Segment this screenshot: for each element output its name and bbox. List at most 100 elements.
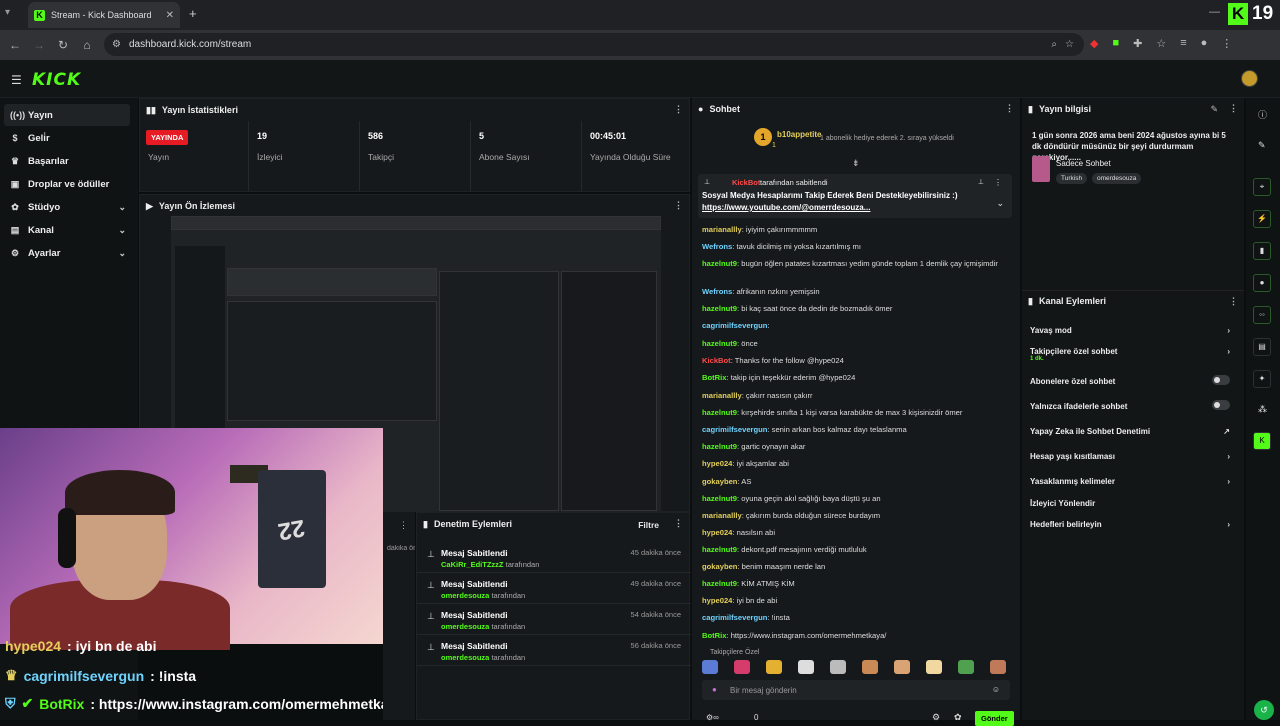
sidebar-item-yayin[interactable]: ((•)) Yayın xyxy=(4,104,130,126)
sidebar-item-studyo[interactable]: ✿ Stüdyo ⌄ xyxy=(4,196,130,218)
emote-icon[interactable] xyxy=(830,660,846,674)
chat-scroll-icon[interactable]: ⇟ xyxy=(852,158,860,169)
tag[interactable]: Turkish xyxy=(1056,173,1088,184)
pinned-link[interactable]: https://www.youtube.com/@omerrdesouza... xyxy=(702,203,870,212)
chat-username[interactable]: hazelnut9 xyxy=(702,408,737,417)
moderation-user[interactable]: CaKiRr_EdiTZzzZ xyxy=(441,560,504,569)
extension-kick-icon[interactable]: ■ xyxy=(1112,37,1119,50)
user-avatar[interactable] xyxy=(1241,70,1258,87)
moderation-user[interactable]: omerdesouza xyxy=(441,653,489,662)
action-slow-mode[interactable]: Yavaş mod › xyxy=(1030,326,1236,335)
reading-list-icon[interactable]: ≡ xyxy=(1180,37,1186,50)
bookmark-star-icon[interactable]: ☆ xyxy=(1065,39,1074,50)
chat-more-icon[interactable]: ⋮ xyxy=(1005,103,1014,114)
gifter-name[interactable]: b10appetite xyxy=(777,130,821,139)
chat-username[interactable]: hazelnut9 xyxy=(702,339,737,348)
edit-pencil-icon[interactable]: ✎ xyxy=(1210,104,1218,115)
extensions-puzzle-icon[interactable]: ✚ xyxy=(1133,37,1142,50)
action-account-age[interactable]: Hesap yaşı kısıtlaması › xyxy=(1030,452,1236,461)
moderation-filter[interactable]: Filtre xyxy=(638,520,659,530)
chat-username[interactable]: hazelnut9 xyxy=(702,545,737,554)
chat-username[interactable]: cagrimilfsevergun xyxy=(702,425,767,434)
emote-icon[interactable] xyxy=(798,660,814,674)
emote-icon[interactable] xyxy=(702,660,718,674)
chat-username[interactable]: hazelnut9 xyxy=(702,494,737,503)
chat-username[interactable]: BotRix xyxy=(702,373,726,382)
extension-red-icon[interactable]: ◆ xyxy=(1090,37,1098,50)
chat-username[interactable]: hazelnut9 xyxy=(702,442,737,451)
home-icon[interactable]: ⌂ xyxy=(75,38,99,52)
reload-icon[interactable]: ↻ xyxy=(51,38,75,52)
action-raid[interactable]: İzleyici Yönlendir xyxy=(1030,499,1236,508)
chat-username[interactable]: hype024 xyxy=(702,459,732,468)
rail-button-3[interactable]: ▮ xyxy=(1253,242,1271,260)
back-icon[interactable]: ← xyxy=(3,38,27,52)
chat-username[interactable]: hazelnut9 xyxy=(702,259,737,268)
action-followers-only[interactable]: Takipçilere özel sohbet › 1 dk. xyxy=(1030,347,1236,362)
send-button[interactable]: Gönder xyxy=(975,711,1014,726)
edit-icon[interactable]: ✎ xyxy=(1258,140,1266,151)
rail-button-6[interactable]: ▤ xyxy=(1253,338,1271,356)
tag[interactable]: omerdesouza xyxy=(1092,173,1142,184)
minimize-icon[interactable]: — xyxy=(1209,6,1220,18)
bookmarks-icon[interactable]: ☆ xyxy=(1156,37,1166,50)
browser-tab[interactable]: K Stream - Kick Dashboard ✕ xyxy=(28,2,180,28)
new-tab-icon[interactable]: + xyxy=(189,6,197,21)
channel-actions-more-icon[interactable]: ⋮ xyxy=(1229,296,1238,307)
chat-username[interactable]: cagrimilfsevergun xyxy=(702,613,767,622)
chat-username[interactable]: BotRix xyxy=(702,631,726,640)
action-ai-moderation[interactable]: Yapay Zeka ile Sohbet Denetimi ↗ xyxy=(1030,427,1236,436)
chat-input[interactable]: ● Bir mesaj gönderin ☺ xyxy=(702,680,1010,700)
sidebar-item-gelir[interactable]: $ Geli̇r xyxy=(4,127,130,149)
pinned-message[interactable]: ⊥ KickBot tarafından sabitlendi Sosyal M… xyxy=(698,174,1012,218)
chat-username[interactable]: hype024 xyxy=(702,528,732,537)
sidebar-item-kanal[interactable]: ▤ Kanal ⌄ xyxy=(4,219,130,241)
action-banned-words[interactable]: Yasaklanmış kelimeler › xyxy=(1030,477,1236,486)
stream-info-more-icon[interactable]: ⋮ xyxy=(1229,103,1238,114)
rail-button-2[interactable]: ⚡ xyxy=(1253,210,1271,228)
chat-username[interactable]: hype024 xyxy=(702,596,732,605)
action-emote-only[interactable]: Yalnızca ifadelerle sohbet xyxy=(1030,400,1236,411)
tab-close-icon[interactable]: ✕ xyxy=(166,10,174,21)
rail-dots-icon[interactable]: ⁂ xyxy=(1258,404,1267,415)
chat-username[interactable]: KickBot xyxy=(702,356,731,365)
zoom-icon[interactable]: ⌕ xyxy=(1051,39,1057,50)
chat-username[interactable]: Wefrons xyxy=(702,242,732,251)
chat-username[interactable]: hazelnut9 xyxy=(702,304,737,313)
chat-username[interactable]: marianallly xyxy=(702,391,742,400)
sidebar-item-basarilar[interactable]: ♛ Başarılar xyxy=(4,150,130,172)
moderation-more-icon[interactable]: ⋮ xyxy=(674,518,683,529)
stats-more-icon[interactable]: ⋮ xyxy=(674,104,683,115)
chat-settings-icon[interactable]: ⚙ xyxy=(932,712,940,723)
chat-username[interactable]: gokayben xyxy=(702,477,737,486)
emoji-icon[interactable]: ☺ xyxy=(992,685,1000,694)
rail-button-4[interactable]: ● xyxy=(1253,274,1271,292)
chat-username[interactable]: hazelnut9 xyxy=(702,579,737,588)
info-circle-icon[interactable]: ⓘ xyxy=(1258,108,1267,121)
site-info-icon[interactable]: ⚙ xyxy=(112,39,121,50)
category-name[interactable]: Sadece Sohbet xyxy=(1056,159,1111,168)
browser-menu-icon[interactable]: ⋮ xyxy=(1221,37,1232,50)
profile-avatar-icon[interactable]: ● xyxy=(1201,37,1208,50)
url-field[interactable]: ⚙ dashboard.kick.com/stream ⌕ ☆ xyxy=(104,33,1084,56)
sidebar-item-droplar[interactable]: ▣ Droplar ve ödüller xyxy=(4,173,130,195)
emote-icon[interactable] xyxy=(926,660,942,674)
support-bubble-icon[interactable]: ↺ xyxy=(1254,700,1274,720)
chat-username[interactable]: cagrimilfsevergun xyxy=(702,321,767,330)
emote-icon[interactable] xyxy=(990,660,1006,674)
action-goals[interactable]: Hedefleri belirleyin › xyxy=(1030,520,1236,529)
chat-username[interactable]: marianallly xyxy=(702,225,742,234)
partial-more-icon[interactable]: ⋮ xyxy=(399,520,408,531)
kick-logo[interactable]: KICK xyxy=(32,70,81,90)
moderation-user[interactable]: omerdesouza xyxy=(441,591,489,600)
unpin-icon[interactable]: ⊥ xyxy=(978,178,984,186)
chat-username[interactable]: marianallly xyxy=(702,511,742,520)
sidebar-item-ayarlar[interactable]: ⚙ Ayarlar ⌄ xyxy=(4,242,130,264)
chat-username[interactable]: gokayben xyxy=(702,562,737,571)
rail-button-5[interactable]: ◦◦ xyxy=(1253,306,1271,324)
rail-button-1[interactable]: ⌖ xyxy=(1253,178,1271,196)
expand-icon[interactable]: ⌄ xyxy=(996,198,1004,209)
toggle-switch[interactable] xyxy=(1212,375,1230,385)
chat-username[interactable]: Wefrons xyxy=(702,287,732,296)
emote-icon[interactable] xyxy=(734,660,750,674)
